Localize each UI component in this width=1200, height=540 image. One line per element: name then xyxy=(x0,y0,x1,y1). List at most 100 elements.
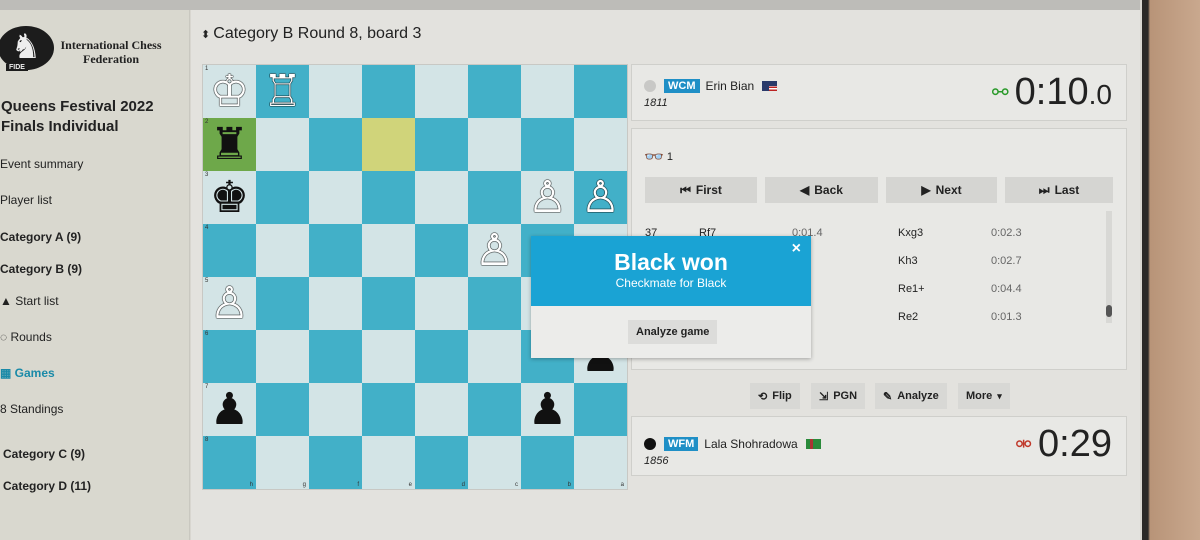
sidebar-item-player-list[interactable]: Player list xyxy=(0,193,52,207)
square-e5[interactable] xyxy=(362,277,415,330)
square-b3[interactable]: ♙ xyxy=(521,171,574,224)
square-d2[interactable] xyxy=(415,118,468,171)
square-g2[interactable] xyxy=(256,118,309,171)
square-c6[interactable] xyxy=(468,330,521,383)
move-black[interactable]: Re1+ xyxy=(898,283,925,295)
sidebar-item-games[interactable]: ▦ Games xyxy=(0,366,55,380)
square-h6[interactable]: 6 xyxy=(203,330,256,383)
square-a7[interactable] xyxy=(574,383,627,436)
square-h7[interactable]: 7 ♟ xyxy=(203,383,256,436)
square-b1[interactable] xyxy=(521,65,574,118)
white-piece-h5[interactable]: ♙ xyxy=(210,281,249,326)
analyze-game-button[interactable]: Analyze game xyxy=(628,320,718,344)
square-e4[interactable] xyxy=(362,224,415,277)
square-d7[interactable] xyxy=(415,383,468,436)
square-a3[interactable]: ♙ xyxy=(574,171,627,224)
square-e3[interactable] xyxy=(362,171,415,224)
square-h4[interactable]: 4 xyxy=(203,224,256,277)
white-piece-a3[interactable]: ♙ xyxy=(581,175,620,220)
square-d4[interactable] xyxy=(415,224,468,277)
square-e6[interactable] xyxy=(362,330,415,383)
square-c5[interactable] xyxy=(468,277,521,330)
square-f5[interactable] xyxy=(309,277,362,330)
square-h3[interactable]: 3 ♚ xyxy=(203,171,256,224)
square-g7[interactable] xyxy=(256,383,309,436)
more-button[interactable]: More ▾ xyxy=(958,383,1010,409)
fide-logo[interactable]: ♞ FIDE International Chess Federation xyxy=(0,26,190,76)
square-f8[interactable]: f xyxy=(309,436,362,489)
square-h2[interactable]: 2 ♜ xyxy=(203,118,256,171)
square-g1[interactable]: ♖ xyxy=(256,65,309,118)
sidebar-item-category-c[interactable]: Category C (9) xyxy=(3,447,85,461)
square-c4[interactable]: ♙ xyxy=(468,224,521,277)
last-button[interactable]: ⏭ Last xyxy=(1005,177,1113,203)
player-name[interactable]: Erin Bian xyxy=(706,79,755,93)
back-button[interactable]: ◀ Back xyxy=(765,177,878,203)
white-piece-g1[interactable]: ♖ xyxy=(263,69,302,114)
square-g4[interactable] xyxy=(256,224,309,277)
square-d6[interactable] xyxy=(415,330,468,383)
pgn-button[interactable]: ⇲ PGN xyxy=(811,383,866,409)
move-black[interactable]: Re2 xyxy=(898,311,918,323)
square-h1[interactable]: 1 ♔ xyxy=(203,65,256,118)
square-a1[interactable] xyxy=(574,65,627,118)
player-name[interactable]: Lala Shohradowa xyxy=(704,437,797,451)
square-c1[interactable] xyxy=(468,65,521,118)
square-g6[interactable] xyxy=(256,330,309,383)
first-button[interactable]: ⏮ First xyxy=(645,177,757,203)
square-b2[interactable] xyxy=(521,118,574,171)
square-c3[interactable] xyxy=(468,171,521,224)
sidebar-item-category-a[interactable]: Category A (9) xyxy=(0,230,81,244)
square-h8[interactable]: 8h xyxy=(203,436,256,489)
white-piece-b3[interactable]: ♙ xyxy=(528,175,567,220)
next-button[interactable]: ▶ Next xyxy=(886,177,997,203)
square-a2[interactable] xyxy=(574,118,627,171)
square-d8[interactable]: d xyxy=(415,436,468,489)
move-list-scrollbar[interactable] xyxy=(1106,211,1112,323)
sidebar-item-event-summary[interactable]: Event summary xyxy=(0,157,83,171)
square-c2[interactable] xyxy=(468,118,521,171)
sidebar-item-category-b[interactable]: Category B (9) xyxy=(0,262,82,276)
square-h5[interactable]: 5 ♙ xyxy=(203,277,256,330)
sidebar-item-start-list[interactable]: ▲ Start list xyxy=(0,294,59,308)
white-piece-c4[interactable]: ♙ xyxy=(475,228,514,273)
square-a8[interactable]: a xyxy=(574,436,627,489)
close-icon[interactable]: × xyxy=(792,240,801,258)
square-f1[interactable] xyxy=(309,65,362,118)
black-piece-h2[interactable]: ♜ xyxy=(210,122,249,167)
square-e1[interactable] xyxy=(362,65,415,118)
square-e2[interactable] xyxy=(362,118,415,171)
square-c8[interactable]: c xyxy=(468,436,521,489)
sidebar-item-category-d[interactable]: Category D (11) xyxy=(3,479,91,493)
square-d5[interactable] xyxy=(415,277,468,330)
flip-button[interactable]: ⟲ Flip xyxy=(750,383,800,409)
square-f2[interactable] xyxy=(309,118,362,171)
white-player-panel: WCM Erin Bian 1811 ⚯ 0:10.0 xyxy=(631,64,1127,121)
scrollbar-thumb[interactable] xyxy=(1106,305,1112,317)
square-c7[interactable] xyxy=(468,383,521,436)
square-b7[interactable]: ♟ xyxy=(521,383,574,436)
analyze-button[interactable]: ✎ Analyze xyxy=(875,383,947,409)
black-piece-h7[interactable]: ♟ xyxy=(210,387,249,432)
square-f7[interactable] xyxy=(309,383,362,436)
move-black[interactable]: Kxg3 xyxy=(898,227,923,239)
square-d3[interactable] xyxy=(415,171,468,224)
sidebar-item-rounds[interactable]: ◌ Rounds xyxy=(0,330,52,344)
square-e7[interactable] xyxy=(362,383,415,436)
square-g5[interactable] xyxy=(256,277,309,330)
player-color-dot xyxy=(644,438,656,450)
game-selector[interactable]: ⬍ Category B Round 8, board 3 xyxy=(201,25,421,43)
square-g8[interactable]: g xyxy=(256,436,309,489)
square-d1[interactable] xyxy=(415,65,468,118)
white-piece-h1[interactable]: ♔ xyxy=(210,69,249,114)
square-e8[interactable]: e xyxy=(362,436,415,489)
square-f6[interactable] xyxy=(309,330,362,383)
square-b8[interactable]: b xyxy=(521,436,574,489)
sidebar-item-standings[interactable]: 8 Standings xyxy=(0,402,63,416)
square-f4[interactable] xyxy=(309,224,362,277)
square-f3[interactable] xyxy=(309,171,362,224)
square-g3[interactable] xyxy=(256,171,309,224)
black-piece-b7[interactable]: ♟ xyxy=(528,387,567,432)
black-piece-h3[interactable]: ♚ xyxy=(210,175,249,220)
move-black[interactable]: Kh3 xyxy=(898,255,918,267)
